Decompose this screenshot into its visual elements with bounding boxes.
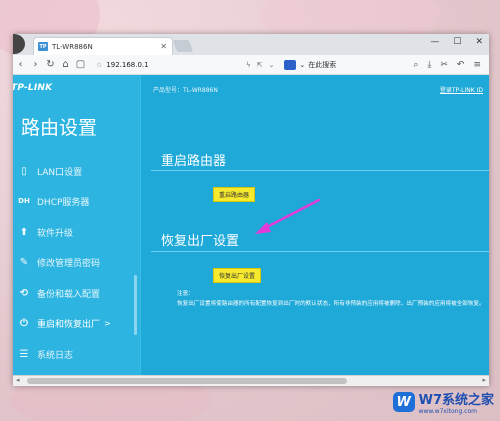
annotation-arrow-icon (255, 198, 321, 234)
tplink-logo: TP-LINK (13, 83, 53, 93)
upgrade-icon: ⬆ (19, 226, 29, 238)
tab-bar: TP TL-WR886N ✕ — ☐ ✕ (13, 34, 489, 55)
lightning-icon[interactable]: ϟ (246, 61, 251, 69)
sidebar-item-label: DHCP服务器 (37, 198, 90, 209)
sidebar-item-password[interactable]: ✎ 修改管理员密码 (13, 248, 141, 279)
dropdown-icon[interactable]: ⌄ (299, 61, 305, 69)
log-icon: ☰ (19, 348, 29, 360)
sidebar-item-dhcp[interactable]: DH DHCP服务器 (13, 187, 141, 218)
window-controls: — ☐ ✕ (430, 37, 483, 47)
close-icon[interactable]: ✕ (160, 42, 172, 51)
sidebar-item-label: 软件升级 (37, 228, 74, 239)
home-icon[interactable]: ⌂ (58, 59, 73, 70)
note-text: 恢复出厂设置将使路由器的所有配置恢复到出厂时的默认状态，所有非预装的应用将被删除… (177, 301, 485, 307)
address-bar[interactable]: ☆ 192.168.0.1 (96, 61, 246, 69)
factory-reset-section-title: 恢复出厂设置 (161, 234, 240, 249)
sidebar-scrollbar[interactable] (134, 275, 137, 335)
browser-window: TP TL-WR886N ✕ — ☐ ✕ ‹ › ↻ ⌂ ▢ ☆ 192.168… (13, 34, 489, 386)
toolbar-right: ⌕ ⤓ ✂ ↶ ≡ (413, 60, 489, 70)
scroll-right-icon[interactable]: ▸ (482, 376, 486, 384)
maximize-icon[interactable]: ☐ (453, 37, 461, 47)
baidu-search-icon (284, 59, 297, 70)
browser-tab[interactable]: TP TL-WR886N ✕ (33, 37, 173, 55)
sidebar-heading: 路由设置 (21, 117, 98, 139)
undo-icon[interactable]: ↶ (457, 60, 465, 70)
product-model: 产品型号：TL-WR886N (153, 87, 218, 94)
sidebar-item-label: 修改管理员密码 (37, 259, 101, 270)
share-icon[interactable]: ⇱ (257, 61, 263, 69)
address-actions: ϟ ⇱ ⌄ (246, 61, 274, 69)
watermark-title: W7系统之家 (418, 393, 494, 408)
sidebar-item-reboot-reset[interactable]: ⏻ 重启和恢复出厂 > (13, 309, 141, 340)
lan-icon: ▯ (21, 165, 27, 177)
backup-icon: ⟲ (19, 287, 29, 299)
back-icon[interactable]: ‹ (13, 59, 28, 70)
search-icon[interactable]: ⌕ (413, 60, 418, 70)
menu-icon[interactable]: ≡ (473, 60, 481, 70)
reboot-section-title: 重启路由器 (161, 154, 227, 169)
reader-icon[interactable]: ▢ (73, 59, 88, 70)
router-admin-page: TP-LINK 路由设置 ▯ LAN口设置 DH DHCP服务器 ⬆ 软件升级 … (13, 75, 489, 375)
watermark: W W7系统之家 www.w7xitong.com (392, 389, 494, 415)
divider (151, 170, 489, 171)
sidebar-item-label: LAN口设置 (37, 167, 83, 178)
star-icon[interactable]: ☆ (96, 61, 102, 69)
dropdown-icon[interactable]: ⌄ (269, 61, 275, 69)
sidebar-item-syslog[interactable]: ☰ 系统日志 (13, 339, 141, 370)
new-tab-button[interactable] (172, 40, 194, 52)
sidebar-item-upgrade[interactable]: ⬆ 软件升级 (13, 217, 141, 248)
scroll-thumb[interactable] (27, 378, 347, 384)
dhcp-icon: DH (18, 197, 30, 206)
horizontal-scrollbar[interactable]: ◂ ▸ (13, 375, 489, 386)
divider (151, 251, 489, 252)
note-label: 注意： (177, 291, 194, 297)
address-text: 192.168.0.1 (106, 60, 149, 69)
watermark-text: W7系统之家 www.w7xitong.com (419, 389, 494, 415)
sidebar-menu: ▯ LAN口设置 DH DHCP服务器 ⬆ 软件升级 ✎ 修改管理员密码 ⟲ 备… (13, 156, 141, 370)
forward-icon[interactable]: › (28, 59, 43, 70)
scroll-left-icon[interactable]: ◂ (16, 376, 20, 384)
chevron-right-icon: > (104, 319, 111, 329)
sidebar-item-lan[interactable]: ▯ LAN口设置 (13, 156, 141, 187)
cut-icon[interactable]: ✂ (440, 60, 448, 70)
watermark-url: www.w7xitong.com (418, 408, 477, 415)
window-close-icon[interactable]: ✕ (475, 37, 483, 47)
w7-logo-icon: W (392, 392, 415, 412)
tab-title: TL-WR886N (52, 42, 93, 51)
download-icon[interactable]: ⤓ (427, 60, 431, 70)
sidebar-item-backup[interactable]: ⟲ 备份和载入配置 (13, 278, 141, 309)
sidebar-item-label: 系统日志 (37, 350, 74, 361)
tplink-id-login-link[interactable]: 登录TP-LINK ID (440, 85, 483, 94)
tplink-favicon-icon: TP (38, 42, 48, 51)
avatar[interactable] (13, 34, 25, 54)
search-input[interactable]: 在此搜索 (308, 60, 336, 70)
sidebar-item-label: 重启和恢复出厂 (37, 320, 101, 331)
search-box[interactable]: ⌄ 在此搜索 (284, 59, 374, 70)
reload-icon[interactable]: ↻ (43, 59, 58, 70)
power-icon: ⏻ (20, 318, 28, 330)
sidebar-item-label: 备份和载入配置 (37, 289, 101, 300)
pencil-icon: ✎ (19, 257, 29, 269)
factory-reset-note: 注意： 恢复出厂设置将使路由器的所有配置恢复到出厂时的默认状态，所有非预装的应用… (177, 289, 489, 309)
sidebar: TP-LINK 路由设置 ▯ LAN口设置 DH DHCP服务器 ⬆ 软件升级 … (13, 75, 141, 375)
factory-reset-button[interactable]: 恢复出厂设置 (213, 268, 262, 283)
browser-toolbar: ‹ › ↻ ⌂ ▢ ☆ 192.168.0.1 ϟ ⇱ ⌄ ⌄ 在此搜索 ⌕ ⤓… (13, 55, 489, 75)
reboot-button[interactable]: 重启路由器 (213, 187, 256, 202)
minimize-icon[interactable]: — (430, 37, 439, 47)
